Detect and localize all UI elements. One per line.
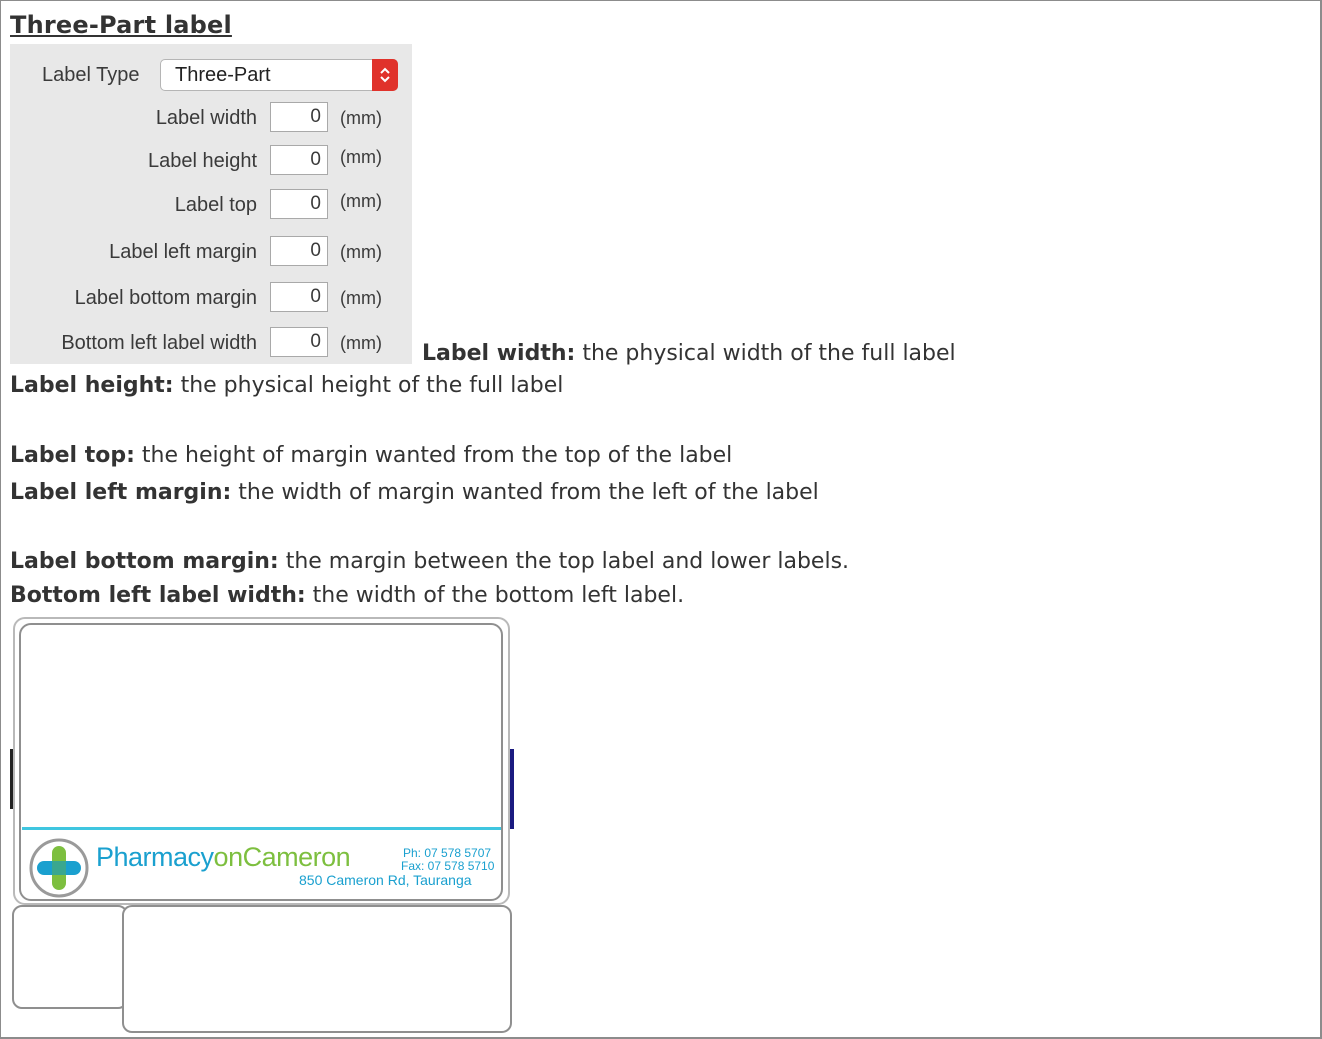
label-bottom-margin-input[interactable]: 0 — [270, 282, 328, 312]
field-label: Bottom left label width — [61, 332, 257, 354]
description-term: Bottom left label width: — [10, 583, 306, 608]
field-label: Label bottom margin — [74, 287, 257, 309]
label-divider-line — [22, 827, 501, 830]
pharmacy-address: 850 Cameron Rd, Tauranga — [299, 872, 472, 888]
field-row-label-height: Label height 0 (mm) — [10, 145, 412, 177]
three-part-label-diagram: PharmacyonCameron Ph: 07 578 5707 Fax: 0… — [10, 614, 515, 1034]
pharmacy-cross-logo-icon — [29, 838, 89, 898]
select-arrows-icon — [372, 59, 398, 91]
label-width-input[interactable]: 0 — [270, 102, 328, 132]
bottom-left-label-width-input[interactable]: 0 — [270, 327, 328, 357]
label-settings-panel: Label Type Three-Part Label width 0 (mm)… — [10, 44, 412, 364]
description-text: the physical width of the full label — [575, 341, 956, 366]
pharmacy-fax: Fax: 07 578 5710 — [401, 859, 495, 873]
pharmacy-name-part2: onCameron — [213, 842, 351, 872]
section-heading: Three-Part label — [10, 11, 232, 39]
unit-label: (mm) — [340, 191, 382, 211]
description-term: Label height: — [10, 373, 174, 398]
description-label-bottom-margin: Label bottom margin: the margin between … — [10, 549, 849, 574]
label-type-value: Three-Part — [175, 64, 271, 86]
unit-label: (mm) — [340, 147, 382, 167]
field-label: Label top — [174, 194, 257, 216]
pharmacy-phone: Ph: 07 578 5707 — [403, 846, 492, 860]
description-text: the width of margin wanted from the left… — [231, 480, 819, 505]
label-type-select[interactable]: Three-Part — [160, 59, 398, 91]
description-label-height: Label height: the physical height of the… — [10, 373, 563, 398]
description-text: the margin between the top label and low… — [278, 549, 850, 574]
label-height-input[interactable]: 0 — [270, 145, 328, 175]
pharmacy-name: PharmacyonCameron — [96, 842, 351, 873]
bottom-left-label — [12, 905, 128, 1009]
label-top-input[interactable]: 0 — [270, 189, 328, 219]
field-label: Label left margin — [109, 241, 257, 263]
field-row-label-top: Label top 0 (mm) — [10, 189, 412, 221]
description-bottom-left-label-width: Bottom left label width: the width of th… — [10, 583, 684, 608]
field-row-bottom-left-label-width: Bottom left label width 0 (mm) — [10, 327, 412, 359]
field-label: Label width — [155, 107, 257, 129]
description-label-width: Label width: the physical width of the f… — [422, 341, 956, 366]
label-type-label: Label Type — [42, 64, 140, 86]
label-left-margin-input[interactable]: 0 — [270, 236, 328, 266]
description-text: the physical height of the full label — [173, 373, 564, 398]
field-row-label-width: Label width 0 (mm) — [10, 102, 412, 134]
description-term: Label bottom margin: — [10, 549, 279, 574]
description-label-left-margin: Label left margin: the width of margin w… — [10, 480, 819, 505]
edge-marker — [510, 749, 514, 829]
description-term: Label top: — [10, 443, 135, 468]
edge-marker — [10, 749, 13, 809]
bottom-right-label — [122, 905, 512, 1033]
field-row-label-left-margin: Label left margin 0 (mm) — [10, 236, 412, 268]
unit-label: (mm) — [340, 242, 382, 262]
description-term: Label width: — [422, 341, 576, 366]
field-label: Label height — [148, 150, 257, 172]
description-text: the width of the bottom left label. — [305, 583, 685, 608]
pharmacy-name-part1: Pharmacy — [96, 842, 214, 872]
description-text: the height of margin wanted from the top… — [134, 443, 733, 468]
field-row-label-bottom-margin: Label bottom margin 0 (mm) — [10, 282, 412, 314]
unit-label: (mm) — [340, 333, 382, 353]
unit-label: (mm) — [340, 108, 382, 128]
description-label-top: Label top: the height of margin wanted f… — [10, 443, 732, 468]
unit-label: (mm) — [340, 288, 382, 308]
document-frame: Three-Part label Label Type Three-Part L… — [0, 0, 1322, 1039]
description-term: Label left margin: — [10, 480, 232, 505]
